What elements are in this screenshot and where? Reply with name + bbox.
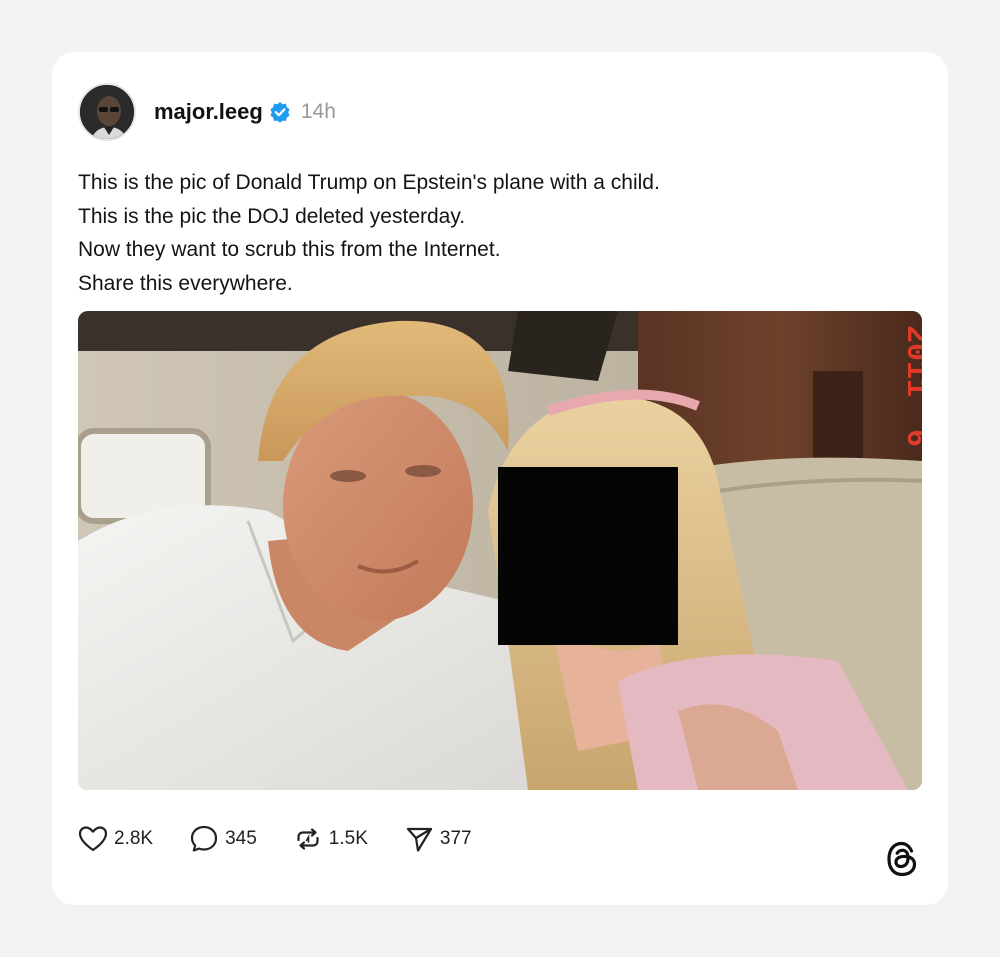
post-time[interactable]: 14h <box>301 100 336 124</box>
post-text-line: Share this everywhere. <box>78 271 293 295</box>
avatar[interactable] <box>78 83 136 141</box>
comment-count: 345 <box>225 828 257 849</box>
verified-badge-icon <box>269 101 291 123</box>
post-text-line: This is the pic of Donald Trump on Epste… <box>78 171 660 194</box>
post-text-line: This is the pic the DOJ deleted yesterda… <box>78 204 466 228</box>
like-button[interactable]: 2.8K <box>78 824 153 854</box>
repost-button[interactable]: 1.5K <box>293 824 368 854</box>
share-button[interactable]: 377 <box>404 824 472 854</box>
photo-timestamp-day: 6 <box>898 429 922 447</box>
photo-timestamp: 2011 <box>898 325 922 397</box>
avatar-image <box>80 85 134 139</box>
repost-count: 1.5K <box>328 828 368 849</box>
send-icon <box>406 827 432 852</box>
post-image[interactable]: 2011 6 <box>78 311 922 790</box>
post-header: major.leeg 14h <box>78 82 336 142</box>
like-count: 2.8K <box>114 828 154 849</box>
post-card: major.leeg 14h This is the pic of Donald… <box>52 52 948 905</box>
comment-button[interactable]: 345 <box>189 824 257 854</box>
post-actions: 2.8K 345 1.5K 377 <box>78 822 508 856</box>
threads-logo-icon <box>884 840 920 878</box>
post-text-line: Now they want to scrub this from the Int… <box>78 238 501 261</box>
repost-icon <box>297 828 319 850</box>
post-text: This is the pic of Donald Trump on Epste… <box>78 166 898 300</box>
share-count: 377 <box>439 828 472 849</box>
comment-icon <box>190 825 218 852</box>
heart-icon <box>78 826 108 852</box>
username[interactable]: major.leeg <box>154 99 263 125</box>
